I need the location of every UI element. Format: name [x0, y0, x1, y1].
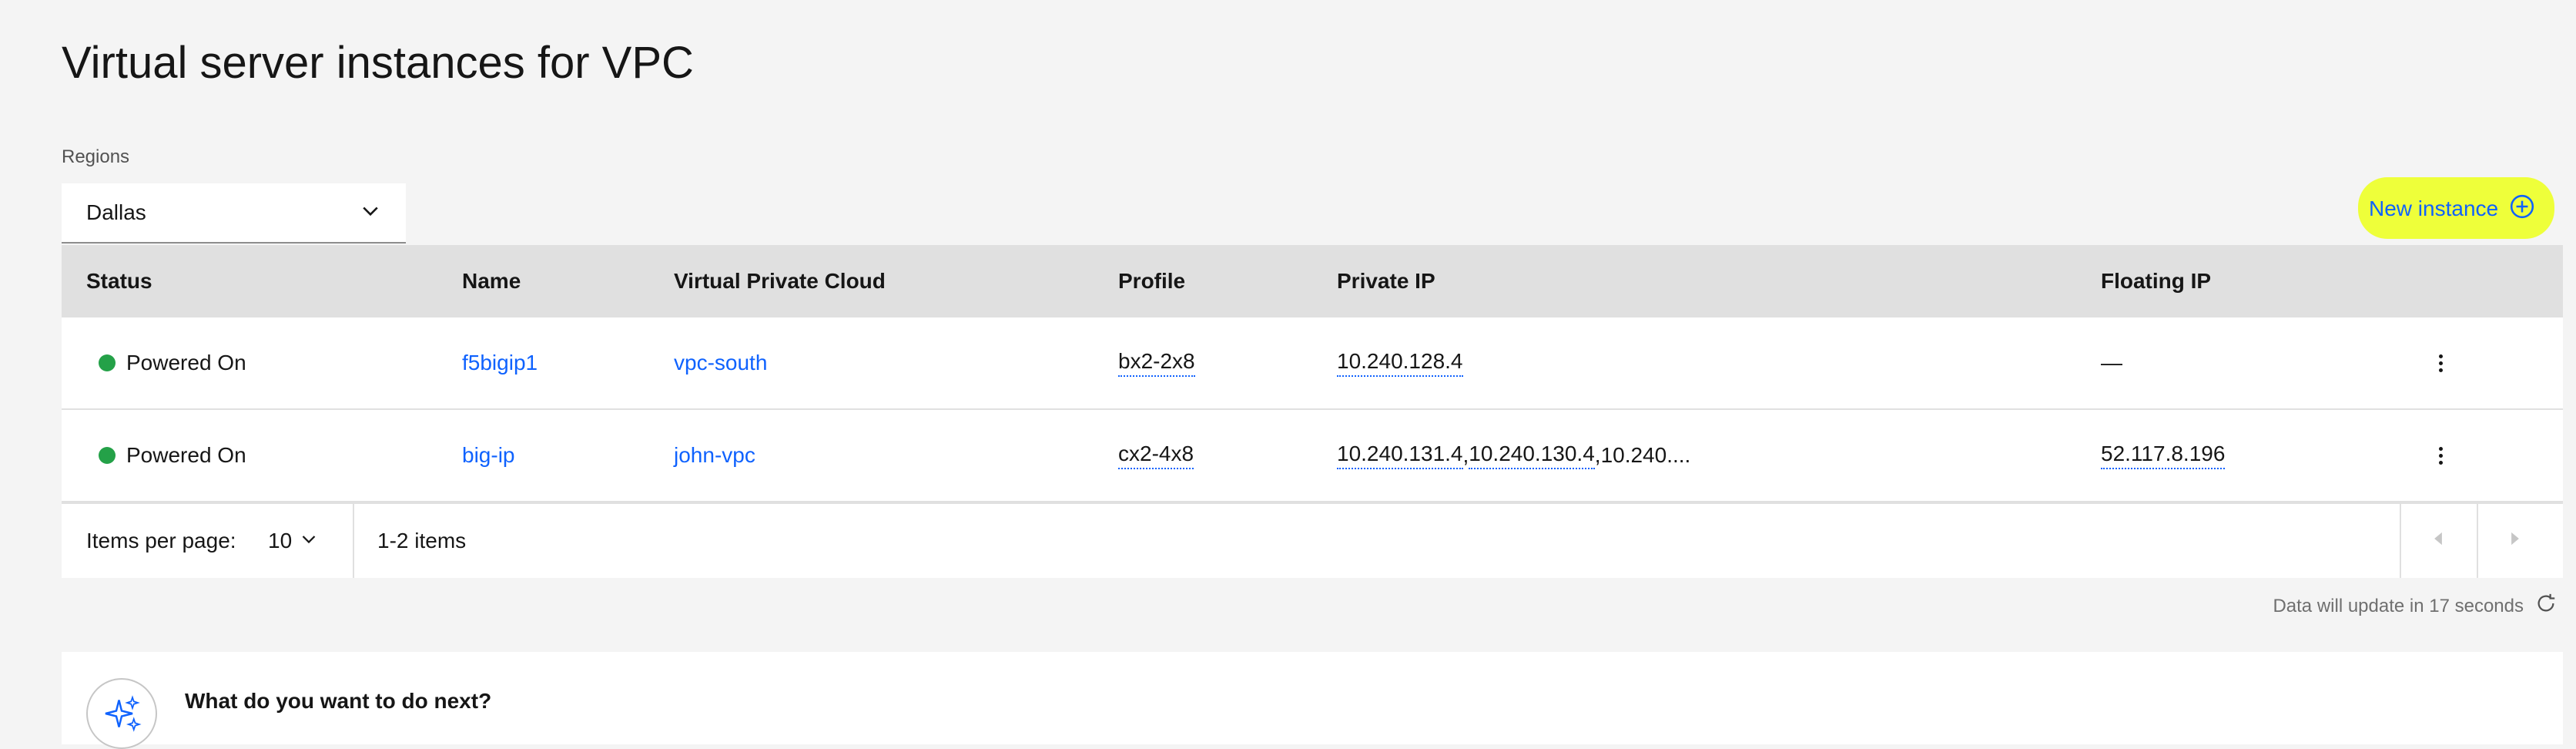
regions-label: Regions — [62, 146, 130, 167]
caret-left-icon — [2428, 529, 2448, 554]
items-per-page-select[interactable]: 10 — [268, 504, 318, 578]
header-status[interactable]: Status — [86, 245, 152, 317]
previous-page-button[interactable] — [2401, 504, 2475, 578]
ip-separator: , — [1462, 443, 1469, 467]
status-cell: Powered On — [99, 317, 246, 408]
table-row: Powered On f5bigip1 vpc-south bx2-2x8 10… — [62, 317, 2563, 410]
name-cell: big-ip — [462, 410, 514, 501]
floating-ip-value: — — [2101, 351, 2122, 374]
overflow-menu-icon — [2439, 446, 2444, 465]
vpc-link[interactable]: john-vpc — [674, 443, 755, 468]
header-profile[interactable]: Profile — [1118, 245, 1185, 317]
regions-selected-value: Dallas — [86, 200, 146, 224]
profile-value[interactable]: bx2-2x8 — [1118, 349, 1195, 377]
ip-separator: , — [1594, 443, 1601, 467]
vpc-cell: john-vpc — [674, 410, 755, 501]
regions-dropdown[interactable]: Dallas — [62, 183, 406, 244]
table-row: Powered On big-ip john-vpc cx2-4x8 10.24… — [62, 410, 2563, 502]
header-private-ip[interactable]: Private IP — [1337, 245, 1435, 317]
overflow-menu-icon — [2439, 354, 2444, 372]
status-text: Powered On — [126, 443, 246, 467]
row-overflow-menu[interactable] — [2432, 317, 2450, 408]
private-ip-list: 10.240.131.4, 10.240.130.4, 10.240.... — [1337, 442, 1690, 469]
update-note-text: Data will update in 17 seconds — [2273, 595, 2524, 616]
status-on-icon — [99, 447, 116, 464]
floating-ip-cell: 52.117.8.196 — [2101, 410, 2226, 501]
update-note: Data will update in 17 seconds — [2273, 592, 2558, 620]
header-floating-ip[interactable]: Floating IP — [2101, 245, 2211, 317]
next-steps-title: What do you want to do next? — [185, 689, 492, 713]
floating-ip-value[interactable]: 52.117.8.196 — [2101, 442, 2226, 469]
items-per-page-label: Items per page: — [86, 529, 236, 553]
header-name[interactable]: Name — [462, 245, 521, 317]
profile-value[interactable]: cx2-4x8 — [1118, 442, 1194, 469]
private-ip-value[interactable]: 10.240.128.4 — [1337, 349, 1463, 377]
status-on-icon — [99, 354, 116, 371]
caret-right-icon — [2505, 529, 2525, 554]
items-per-page-value: 10 — [268, 529, 293, 553]
name-cell: f5bigip1 — [462, 317, 538, 408]
instance-name-link[interactable]: big-ip — [462, 443, 514, 468]
chevron-down-icon — [300, 529, 318, 553]
floating-ip-cell: — — [2101, 317, 2122, 408]
refresh-icon[interactable] — [2534, 592, 2558, 620]
pagination-bar: Items per page: 10 1-2 items — [62, 502, 2563, 578]
vpc-link[interactable]: vpc-south — [674, 351, 767, 375]
page-title: Virtual server instances for VPC — [62, 38, 694, 88]
new-instance-button[interactable]: New instance — [2369, 190, 2535, 228]
header-vpc[interactable]: Virtual Private Cloud — [674, 245, 886, 317]
pagination-divider — [353, 504, 354, 578]
row-overflow-menu[interactable] — [2432, 410, 2450, 501]
profile-cell: bx2-2x8 — [1118, 317, 1195, 408]
status-cell: Powered On — [99, 410, 246, 501]
sparkle-icon — [86, 678, 157, 749]
profile-cell: cx2-4x8 — [1118, 410, 1194, 501]
instances-table: Status Name Virtual Private Cloud Profil… — [62, 245, 2563, 578]
private-ip-cell: 10.240.131.4, 10.240.130.4, 10.240.... — [1337, 410, 1690, 501]
table-header: Status Name Virtual Private Cloud Profil… — [62, 245, 2563, 317]
private-ip-value[interactable]: 10.240.130.4 — [1469, 442, 1595, 469]
private-ip-truncated[interactable]: 10.240.... — [1601, 443, 1691, 468]
add-circle-icon — [2509, 193, 2535, 225]
chevron-down-icon — [360, 200, 381, 227]
items-range: 1-2 items — [377, 529, 467, 553]
new-instance-label: New instance — [2369, 196, 2499, 220]
next-steps-panel: What do you want to do next? — [62, 652, 2563, 749]
private-ip-cell: 10.240.128.4 — [1337, 317, 1463, 408]
status-text: Powered On — [126, 351, 246, 374]
instance-name-link[interactable]: f5bigip1 — [462, 351, 538, 375]
private-ip-value[interactable]: 10.240.131.4 — [1337, 442, 1463, 469]
next-page-button[interactable] — [2478, 504, 2552, 578]
vpc-cell: vpc-south — [674, 317, 767, 408]
